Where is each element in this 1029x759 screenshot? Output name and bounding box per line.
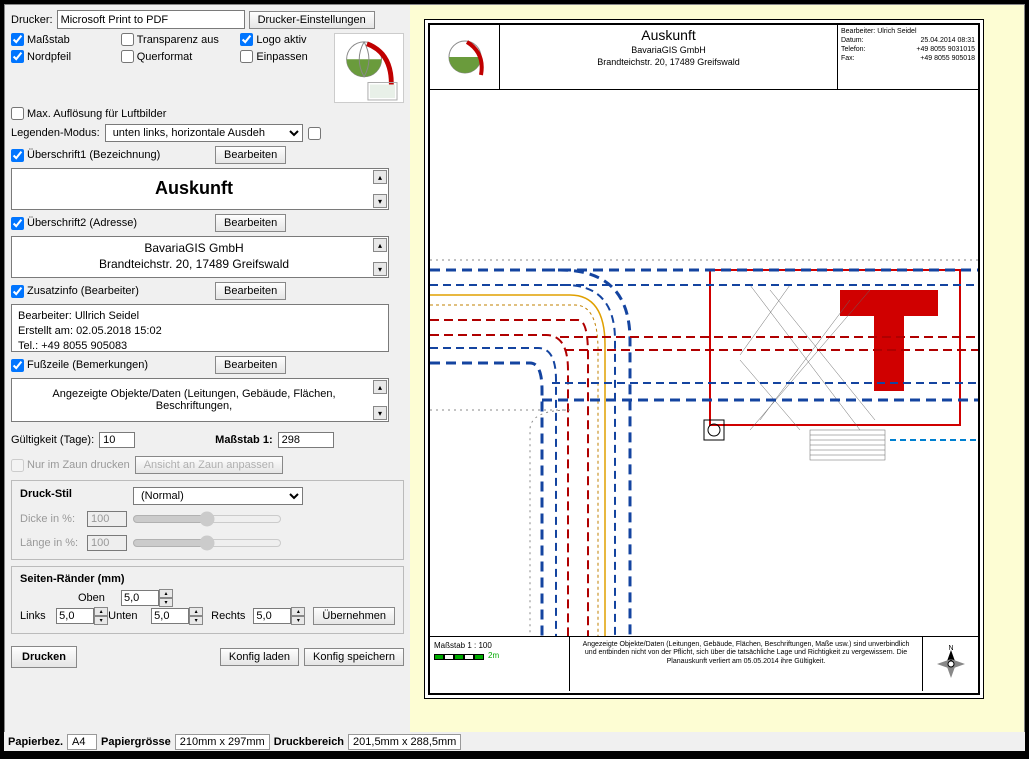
uebernehmen-button[interactable]: Übernehmen (313, 607, 395, 625)
spin-down-icon[interactable]: ▾ (291, 616, 305, 625)
scroll-down-icon[interactable]: ▾ (373, 194, 387, 208)
legend-mode-select[interactable]: unten links, horizontale Ausdeh (105, 124, 303, 142)
gueltigkeit-label: Gültigkeit (Tage): (11, 434, 94, 446)
checkbox-max-aufloesung[interactable]: Max. Auflösung für Luftbilder (11, 107, 404, 120)
scroll-down-icon[interactable]: ▾ (373, 406, 387, 420)
konfig-laden-button[interactable]: Konfig laden (220, 648, 299, 666)
druckstil-select[interactable]: (Normal) (133, 487, 303, 505)
konfig-speichern-button[interactable]: Konfig speichern (304, 648, 404, 666)
ansicht-zaun-button: Ansicht an Zaun anpassen (135, 456, 283, 474)
spin-up-icon[interactable]: ▴ (189, 607, 203, 616)
legend-extra-checkbox[interactable] (308, 127, 321, 140)
laenge-label: Länge in %: (20, 537, 82, 549)
status-papiergroesse: 210mm x 297mm (175, 734, 270, 750)
gueltigkeit-input[interactable] (99, 432, 135, 448)
preview-map (430, 90, 978, 636)
dicke-slider (132, 511, 282, 527)
laenge-slider (132, 535, 282, 551)
checkbox-zusatzinfo[interactable]: Zusatzinfo (Bearbeiter) (11, 285, 211, 298)
preview-scale: Maßstab 1 : 100 2m (430, 637, 570, 691)
rand-unten-input[interactable] (151, 608, 189, 624)
checkbox-transparenz[interactable]: Transparenz aus (121, 33, 241, 46)
scroll-up-icon[interactable]: ▴ (373, 380, 387, 394)
print-preview-area: Auskunft BavariaGIS GmbH Brandteichstr. … (410, 5, 1024, 750)
printer-label: Drucker: (11, 14, 53, 26)
preview-disclaimer: Angezeigte Objekte/Daten (Leitungen, Geb… (570, 637, 923, 691)
dicke-input (87, 511, 127, 527)
rand-rechts-input[interactable] (253, 608, 291, 624)
ueberschrift1-textarea[interactable]: Auskunft (11, 168, 389, 210)
checkbox-logo-aktiv[interactable]: Logo aktiv (240, 33, 330, 46)
spin-up-icon[interactable]: ▴ (159, 589, 173, 598)
preview-subtitle2: Brandteichstr. 20, 17489 Greifswald (502, 57, 835, 67)
scroll-up-icon[interactable]: ▴ (373, 238, 387, 252)
massstab-label: Maßstab 1: (215, 434, 272, 446)
dicke-label: Dicke in %: (20, 513, 82, 525)
preview-meta: Bearbeiter: Ulrich Seidel Datum: 25.04.2… (838, 25, 978, 89)
preview-subtitle1: BavariaGIS GmbH (502, 45, 835, 55)
druckstil-fieldset: Druck-Stil (Normal) Dicke in %: Länge in… (11, 480, 404, 560)
edit-fusszeile-button[interactable]: Bearbeiten (215, 356, 286, 374)
checkbox-nur-zaun: Nur im Zaun drucken (11, 459, 130, 472)
edit-ueberschrift2-button[interactable]: Bearbeiten (215, 214, 286, 232)
edit-zusatzinfo-button[interactable]: Bearbeiten (215, 282, 286, 300)
raender-fieldset: Seiten-Ränder (mm) Oben▴▾ Links ▴▾ Unten… (11, 566, 404, 634)
edit-ueberschrift1-button[interactable]: Bearbeiten (215, 146, 286, 164)
legend-mode-label: Legenden-Modus: (11, 127, 100, 139)
spin-down-icon[interactable]: ▾ (189, 616, 203, 625)
checkbox-fusszeile[interactable]: Fußzeile (Bemerkungen) (11, 359, 211, 372)
laenge-input (87, 535, 127, 551)
status-bar: Papierbez. A4 Papiergrösse 210mm x 297mm… (4, 732, 1025, 751)
scroll-down-icon[interactable]: ▾ (373, 262, 387, 276)
printer-input[interactable] (57, 10, 245, 29)
scroll-up-icon[interactable]: ▴ (373, 170, 387, 184)
fusszeile-textarea[interactable]: Angezeigte Objekte/Daten (Leitungen, Geb… (11, 378, 389, 422)
spin-up-icon[interactable]: ▴ (291, 607, 305, 616)
status-papierbez: A4 (67, 734, 97, 750)
checkbox-massstab[interactable]: Maßstab (11, 33, 121, 46)
preview-title: Auskunft (502, 27, 835, 43)
drucken-button[interactable]: Drucken (11, 646, 77, 668)
zusatzinfo-textarea[interactable]: Bearbeiter: Ullrich Seidel Erstellt am: … (11, 304, 389, 352)
rand-links-input[interactable] (56, 608, 94, 624)
logo-preview (334, 33, 404, 103)
spin-up-icon[interactable]: ▴ (94, 607, 108, 616)
status-druckbereich: 201,5mm x 288,5mm (348, 734, 461, 750)
checkbox-querformat[interactable]: Querformat (121, 50, 241, 63)
spin-down-icon[interactable]: ▾ (159, 598, 173, 607)
printer-settings-button[interactable]: Drucker-Einstellungen (249, 11, 375, 29)
massstab-input[interactable] (278, 432, 334, 448)
ueberschrift2-textarea[interactable]: BavariaGIS GmbH Brandteichstr. 20, 17489… (11, 236, 389, 278)
spin-down-icon[interactable]: ▾ (94, 616, 108, 625)
rand-oben-input[interactable] (121, 590, 159, 606)
checkbox-ueberschrift1[interactable]: Überschrift1 (Bezeichnung) (11, 149, 211, 162)
checkbox-ueberschrift2[interactable]: Überschrift2 (Adresse) (11, 217, 211, 230)
preview-compass: N (923, 637, 978, 691)
checkbox-nordpfeil[interactable]: Nordpfeil (11, 50, 121, 63)
preview-logo (430, 25, 500, 89)
checkbox-einpassen[interactable]: Einpassen (240, 50, 330, 63)
